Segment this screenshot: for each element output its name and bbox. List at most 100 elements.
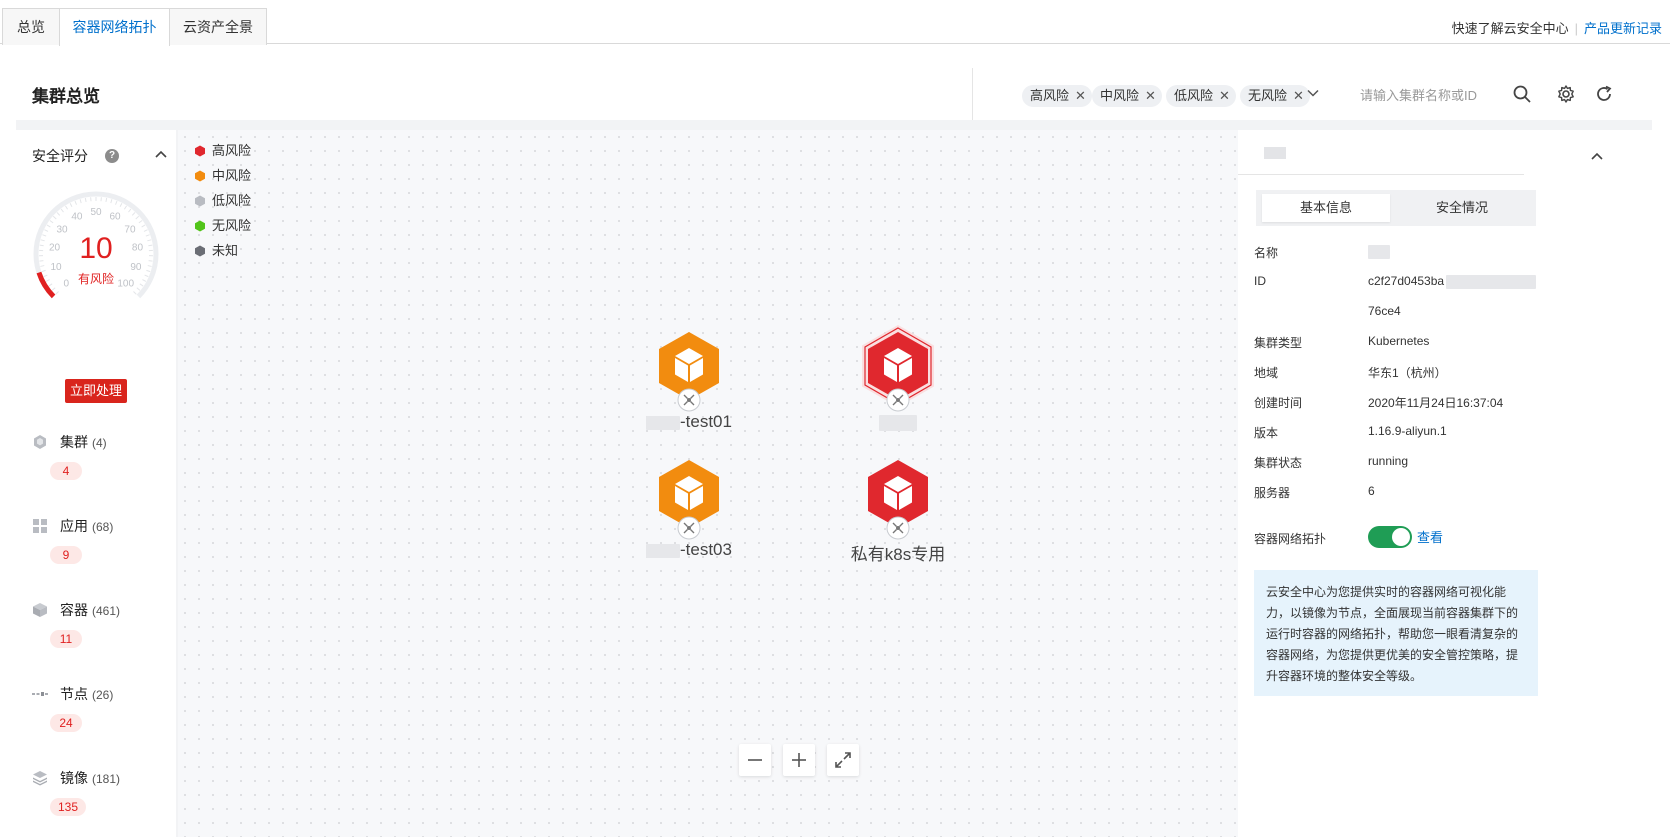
- hexagon-icon: [195, 170, 205, 182]
- stat-count: (26): [92, 688, 114, 702]
- legend-label: 低风险: [212, 193, 252, 208]
- close-icon[interactable]: ✕: [1075, 88, 1086, 103]
- filter-tag-label: 中风险: [1100, 88, 1140, 103]
- gauge-tick: [110, 199, 113, 204]
- minus-icon: [748, 759, 762, 761]
- cluster-node-label: 私有k8s专用: [803, 540, 993, 565]
- redacted-text: [1368, 244, 1390, 259]
- stat-name: 集群: [60, 434, 88, 450]
- legend-label: 高风险: [212, 143, 252, 158]
- fit-view-button[interactable]: [827, 744, 859, 776]
- hexagon-icon: [195, 145, 205, 157]
- security-score-label: 有风险: [77, 272, 114, 286]
- risk-badge[interactable]: 11: [50, 630, 82, 648]
- cluster-node[interactable]: -test01: [644, 330, 734, 450]
- stat-clusters[interactable]: 集群 (4) 4: [32, 432, 172, 482]
- tab-security-status[interactable]: 安全情况: [1398, 194, 1526, 222]
- tab-container-network-topology[interactable]: 容器网络拓扑: [59, 8, 170, 46]
- gauge-tick: [131, 212, 136, 216]
- stat-containers[interactable]: 容器 (461) 11: [32, 600, 172, 650]
- plus-icon: [792, 753, 806, 767]
- cluster-node-name: -test03: [680, 540, 732, 559]
- stat-name: 应用: [60, 518, 88, 534]
- gauge-tick-label: 50: [90, 207, 102, 218]
- detail-label-servers: 服务器: [1254, 486, 1291, 500]
- topology-canvas[interactable]: 高风险 中风险 低风险 无风险 未知 -test01 -test03 私有k8s…: [178, 130, 1238, 837]
- cluster-node-label: -test01: [594, 412, 784, 432]
- detail-value-status: running: [1368, 454, 1409, 468]
- stat-count: (4): [92, 436, 107, 450]
- stat-nodes[interactable]: 节点 (26) 24: [32, 684, 172, 734]
- network-badge-icon: [677, 388, 701, 412]
- gauge-tick: [46, 224, 51, 228]
- tab-cloud-asset-panorama[interactable]: 云资产全景: [169, 8, 267, 45]
- risk-badge[interactable]: 135: [50, 798, 87, 816]
- gauge-tick-label: 60: [110, 212, 122, 223]
- image-icon: [33, 771, 47, 786]
- stat-applications[interactable]: 应用 (68) 9: [32, 516, 172, 566]
- redacted-text: [1446, 274, 1537, 289]
- cluster-node-name: -test01: [680, 412, 732, 431]
- gauge-tick: [56, 212, 61, 216]
- gauge-tick: [49, 220, 54, 224]
- chevron-up-icon[interactable]: [1590, 150, 1604, 162]
- chevron-down-icon[interactable]: [1306, 86, 1320, 100]
- security-score-value: 10: [79, 232, 113, 265]
- detail-label-created: 创建时间: [1254, 396, 1303, 410]
- stat-name: 容器: [60, 602, 88, 618]
- cluster-node-label: [803, 412, 993, 432]
- cluster-node-selected[interactable]: [853, 325, 943, 450]
- changelog-link[interactable]: 产品更新记录: [1584, 21, 1662, 36]
- gauge-tick: [128, 208, 132, 213]
- gauge-tick: [105, 197, 108, 203]
- filter-tag-low-risk: 低风险 ✕: [1166, 85, 1236, 107]
- close-icon[interactable]: ✕: [1145, 88, 1156, 103]
- risk-badge[interactable]: 4: [50, 462, 82, 480]
- gauge-tick: [52, 215, 57, 220]
- main-area: 集群总览 高风险✕ 中风险✕ 低风险✕ 无风险✕ 安全评分 ? 01020304…: [16, 68, 1652, 837]
- tab-basic-info[interactable]: 基本信息: [1262, 194, 1390, 222]
- redacted-text: [646, 543, 680, 558]
- gauge-tick: [138, 220, 143, 224]
- search-icon[interactable]: [1512, 84, 1532, 104]
- redacted-text: [879, 414, 917, 431]
- view-topology-link[interactable]: 查看: [1417, 527, 1443, 546]
- top-links: 快速了解云安全中心 | 产品更新记录: [1451, 21, 1662, 36]
- zoom-in-button[interactable]: [783, 744, 815, 776]
- close-icon[interactable]: ✕: [1219, 88, 1230, 103]
- tab-overview[interactable]: 总览: [2, 8, 60, 45]
- close-icon[interactable]: ✕: [1293, 88, 1304, 103]
- detail-value-name: [1368, 244, 1390, 259]
- gauge-tick: [133, 291, 137, 295]
- chevron-up-icon[interactable]: [154, 148, 168, 160]
- cluster-node[interactable]: -test03: [644, 458, 734, 578]
- legend-label: 无风险: [212, 218, 252, 233]
- detail-label-topology: 容器网络拓扑: [1254, 532, 1327, 546]
- filter-tag-no-risk: 无风险 ✕: [1240, 85, 1310, 107]
- filter-tag-label: 低风险: [1174, 88, 1214, 103]
- quick-learn-link[interactable]: 快速了解云安全中心: [1452, 21, 1569, 36]
- detail-label-name: 名称: [1254, 246, 1279, 260]
- legend-item-unknown: 未知: [188, 238, 251, 263]
- zoom-out-button[interactable]: [739, 744, 771, 776]
- risk-badge[interactable]: 24: [50, 714, 82, 732]
- expand-icon: [835, 752, 851, 768]
- gauge-tick: [79, 199, 82, 204]
- stat-name: 镜像: [60, 770, 88, 786]
- cluster-node[interactable]: 私有k8s专用: [851, 458, 945, 578]
- page-title: 集群总览: [32, 87, 100, 106]
- stat-images[interactable]: 镜像 (181) 135: [32, 768, 172, 818]
- topology-toggle[interactable]: [1368, 526, 1412, 548]
- security-score-title: 安全评分: [32, 148, 88, 164]
- gear-icon[interactable]: [1556, 84, 1576, 104]
- refresh-icon[interactable]: [1594, 84, 1614, 104]
- handle-now-button[interactable]: 立即处理: [65, 379, 127, 403]
- detail-value-id-cont: 76ce4: [1368, 304, 1401, 318]
- risk-badge[interactable]: 9: [50, 546, 82, 564]
- help-icon[interactable]: ?: [105, 149, 119, 163]
- gauge-tick: [135, 215, 140, 220]
- gauge-tick: [69, 202, 73, 208]
- toggle-knob: [1392, 528, 1410, 546]
- network-badge-icon: [677, 516, 701, 540]
- detail-value-cluster-type: Kubernetes: [1368, 334, 1430, 348]
